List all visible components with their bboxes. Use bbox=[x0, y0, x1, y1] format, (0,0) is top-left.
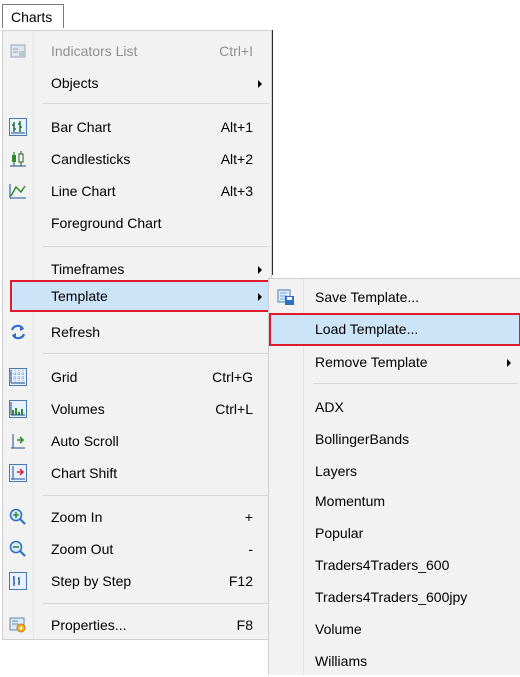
grid-icon bbox=[9, 368, 27, 386]
line-chart-icon bbox=[9, 182, 27, 200]
menu-item-properties[interactable]: Properties... F8 bbox=[3, 609, 271, 641]
save-template-label: Save Template... bbox=[315, 289, 420, 305]
menu-item-indicators-list[interactable]: Indicators List Ctrl+I bbox=[3, 35, 271, 67]
template-item[interactable]: Volume bbox=[269, 613, 520, 645]
bar-chart-icon bbox=[9, 118, 27, 136]
bar-chart-label: Bar Chart bbox=[51, 119, 111, 135]
template-item[interactable]: Layers bbox=[269, 455, 520, 487]
template-item-label: BollingerBands bbox=[315, 431, 410, 447]
charts-menu: Indicators List Ctrl+I Objects Bar Chart… bbox=[2, 30, 273, 641]
chart-shift-label: Chart Shift bbox=[51, 465, 118, 481]
separator bbox=[43, 603, 269, 604]
template-label: Template bbox=[51, 288, 108, 304]
indicators-list-icon bbox=[9, 42, 27, 60]
step-by-step-label: Step by Step bbox=[51, 573, 132, 589]
menu-item-template[interactable]: Template bbox=[10, 280, 273, 312]
template-item[interactable]: ADX bbox=[269, 391, 520, 423]
separator bbox=[43, 103, 269, 104]
indicators-list-label: Indicators List bbox=[51, 43, 138, 59]
menu-item-bar-chart[interactable]: Bar Chart Alt+1 bbox=[3, 111, 271, 143]
template-item-label: Volume bbox=[315, 621, 362, 637]
indicators-list-shortcut: Ctrl+I bbox=[219, 43, 253, 59]
zoom-out-shortcut: - bbox=[248, 541, 253, 557]
auto-scroll-label: Auto Scroll bbox=[51, 433, 119, 449]
separator bbox=[43, 495, 269, 496]
template-item[interactable]: Traders4Traders_600 bbox=[269, 549, 520, 581]
template-item[interactable]: BollingerBands bbox=[269, 423, 520, 455]
zoom-out-label: Zoom Out bbox=[51, 541, 114, 557]
line-chart-shortcut: Alt+3 bbox=[220, 183, 253, 199]
menu-item-zoom-in[interactable]: Zoom In + bbox=[3, 501, 271, 533]
bar-chart-shortcut: Alt+1 bbox=[220, 119, 253, 135]
candlesticks-label: Candlesticks bbox=[51, 151, 131, 167]
candlesticks-icon bbox=[9, 150, 27, 168]
menu-item-grid[interactable]: Grid Ctrl+G bbox=[3, 361, 271, 393]
menu-bar: Charts bbox=[0, 0, 520, 31]
template-item-label: Williams bbox=[315, 653, 368, 669]
zoom-in-shortcut: + bbox=[244, 509, 253, 525]
foreground-chart-label: Foreground Chart bbox=[51, 215, 162, 231]
template-item-label: Popular bbox=[315, 525, 364, 541]
menu-item-step-by-step[interactable]: Step by Step F12 bbox=[3, 565, 271, 597]
menu-item-volumes[interactable]: Volumes Ctrl+L bbox=[3, 393, 271, 425]
menu-item-load-template[interactable]: Load Template... bbox=[269, 313, 520, 346]
zoom-in-icon bbox=[9, 508, 27, 526]
menu-charts[interactable]: Charts bbox=[2, 4, 64, 28]
submenu-arrow-icon bbox=[258, 80, 262, 88]
menu-item-candlesticks[interactable]: Candlesticks Alt+2 bbox=[3, 143, 271, 175]
template-submenu: Save Template... Load Template... Remove… bbox=[268, 278, 520, 675]
volumes-shortcut: Ctrl+L bbox=[215, 401, 253, 417]
properties-icon bbox=[9, 616, 27, 634]
template-item[interactable]: Williams bbox=[269, 645, 520, 677]
properties-label: Properties... bbox=[51, 617, 127, 633]
menu-item-line-chart[interactable]: Line Chart Alt+3 bbox=[3, 175, 271, 207]
properties-shortcut: F8 bbox=[236, 617, 253, 633]
menu-item-save-template[interactable]: Save Template... bbox=[269, 281, 520, 313]
volumes-icon bbox=[9, 400, 27, 418]
separator bbox=[43, 246, 269, 247]
auto-scroll-icon bbox=[9, 432, 27, 450]
template-item-label: Momentum bbox=[315, 493, 386, 509]
step-by-step-icon bbox=[9, 572, 27, 590]
template-item[interactable]: Momentum bbox=[269, 485, 520, 517]
zoom-out-icon bbox=[9, 540, 27, 558]
save-template-icon bbox=[277, 288, 295, 306]
chart-border-line bbox=[272, 30, 273, 275]
submenu-arrow-icon bbox=[258, 293, 262, 301]
line-chart-label: Line Chart bbox=[51, 183, 116, 199]
menu-item-remove-template[interactable]: Remove Template bbox=[269, 346, 520, 378]
menu-item-foreground-chart[interactable]: Foreground Chart bbox=[3, 207, 271, 239]
grid-shortcut: Ctrl+G bbox=[212, 369, 253, 385]
timeframes-label: Timeframes bbox=[51, 261, 125, 277]
template-item-label: Layers bbox=[315, 463, 358, 479]
separator bbox=[313, 383, 518, 384]
objects-label: Objects bbox=[51, 75, 99, 91]
menu-item-chart-shift[interactable]: Chart Shift bbox=[3, 457, 271, 489]
step-by-step-shortcut: F12 bbox=[228, 573, 253, 589]
template-item[interactable]: Popular bbox=[269, 517, 520, 549]
remove-template-label: Remove Template bbox=[315, 354, 428, 370]
menu-item-auto-scroll[interactable]: Auto Scroll bbox=[3, 425, 271, 457]
zoom-in-label: Zoom In bbox=[51, 509, 103, 525]
chart-area bbox=[272, 30, 520, 275]
menu-item-objects[interactable]: Objects bbox=[3, 67, 271, 99]
template-item[interactable]: Traders4Traders_600jpy bbox=[269, 581, 520, 613]
menu-item-zoom-out[interactable]: Zoom Out - bbox=[3, 533, 271, 565]
template-item-label: Traders4Traders_600jpy bbox=[315, 589, 468, 605]
chart-shift-icon bbox=[9, 464, 27, 482]
load-template-label: Load Template... bbox=[315, 321, 419, 337]
submenu-arrow-icon bbox=[258, 266, 262, 274]
volumes-label: Volumes bbox=[51, 401, 105, 417]
grid-label: Grid bbox=[51, 369, 78, 385]
template-item-label: Traders4Traders_600 bbox=[315, 557, 450, 573]
template-item-label: ADX bbox=[315, 399, 344, 415]
candlesticks-shortcut: Alt+2 bbox=[220, 151, 253, 167]
submenu-arrow-icon bbox=[507, 359, 511, 367]
